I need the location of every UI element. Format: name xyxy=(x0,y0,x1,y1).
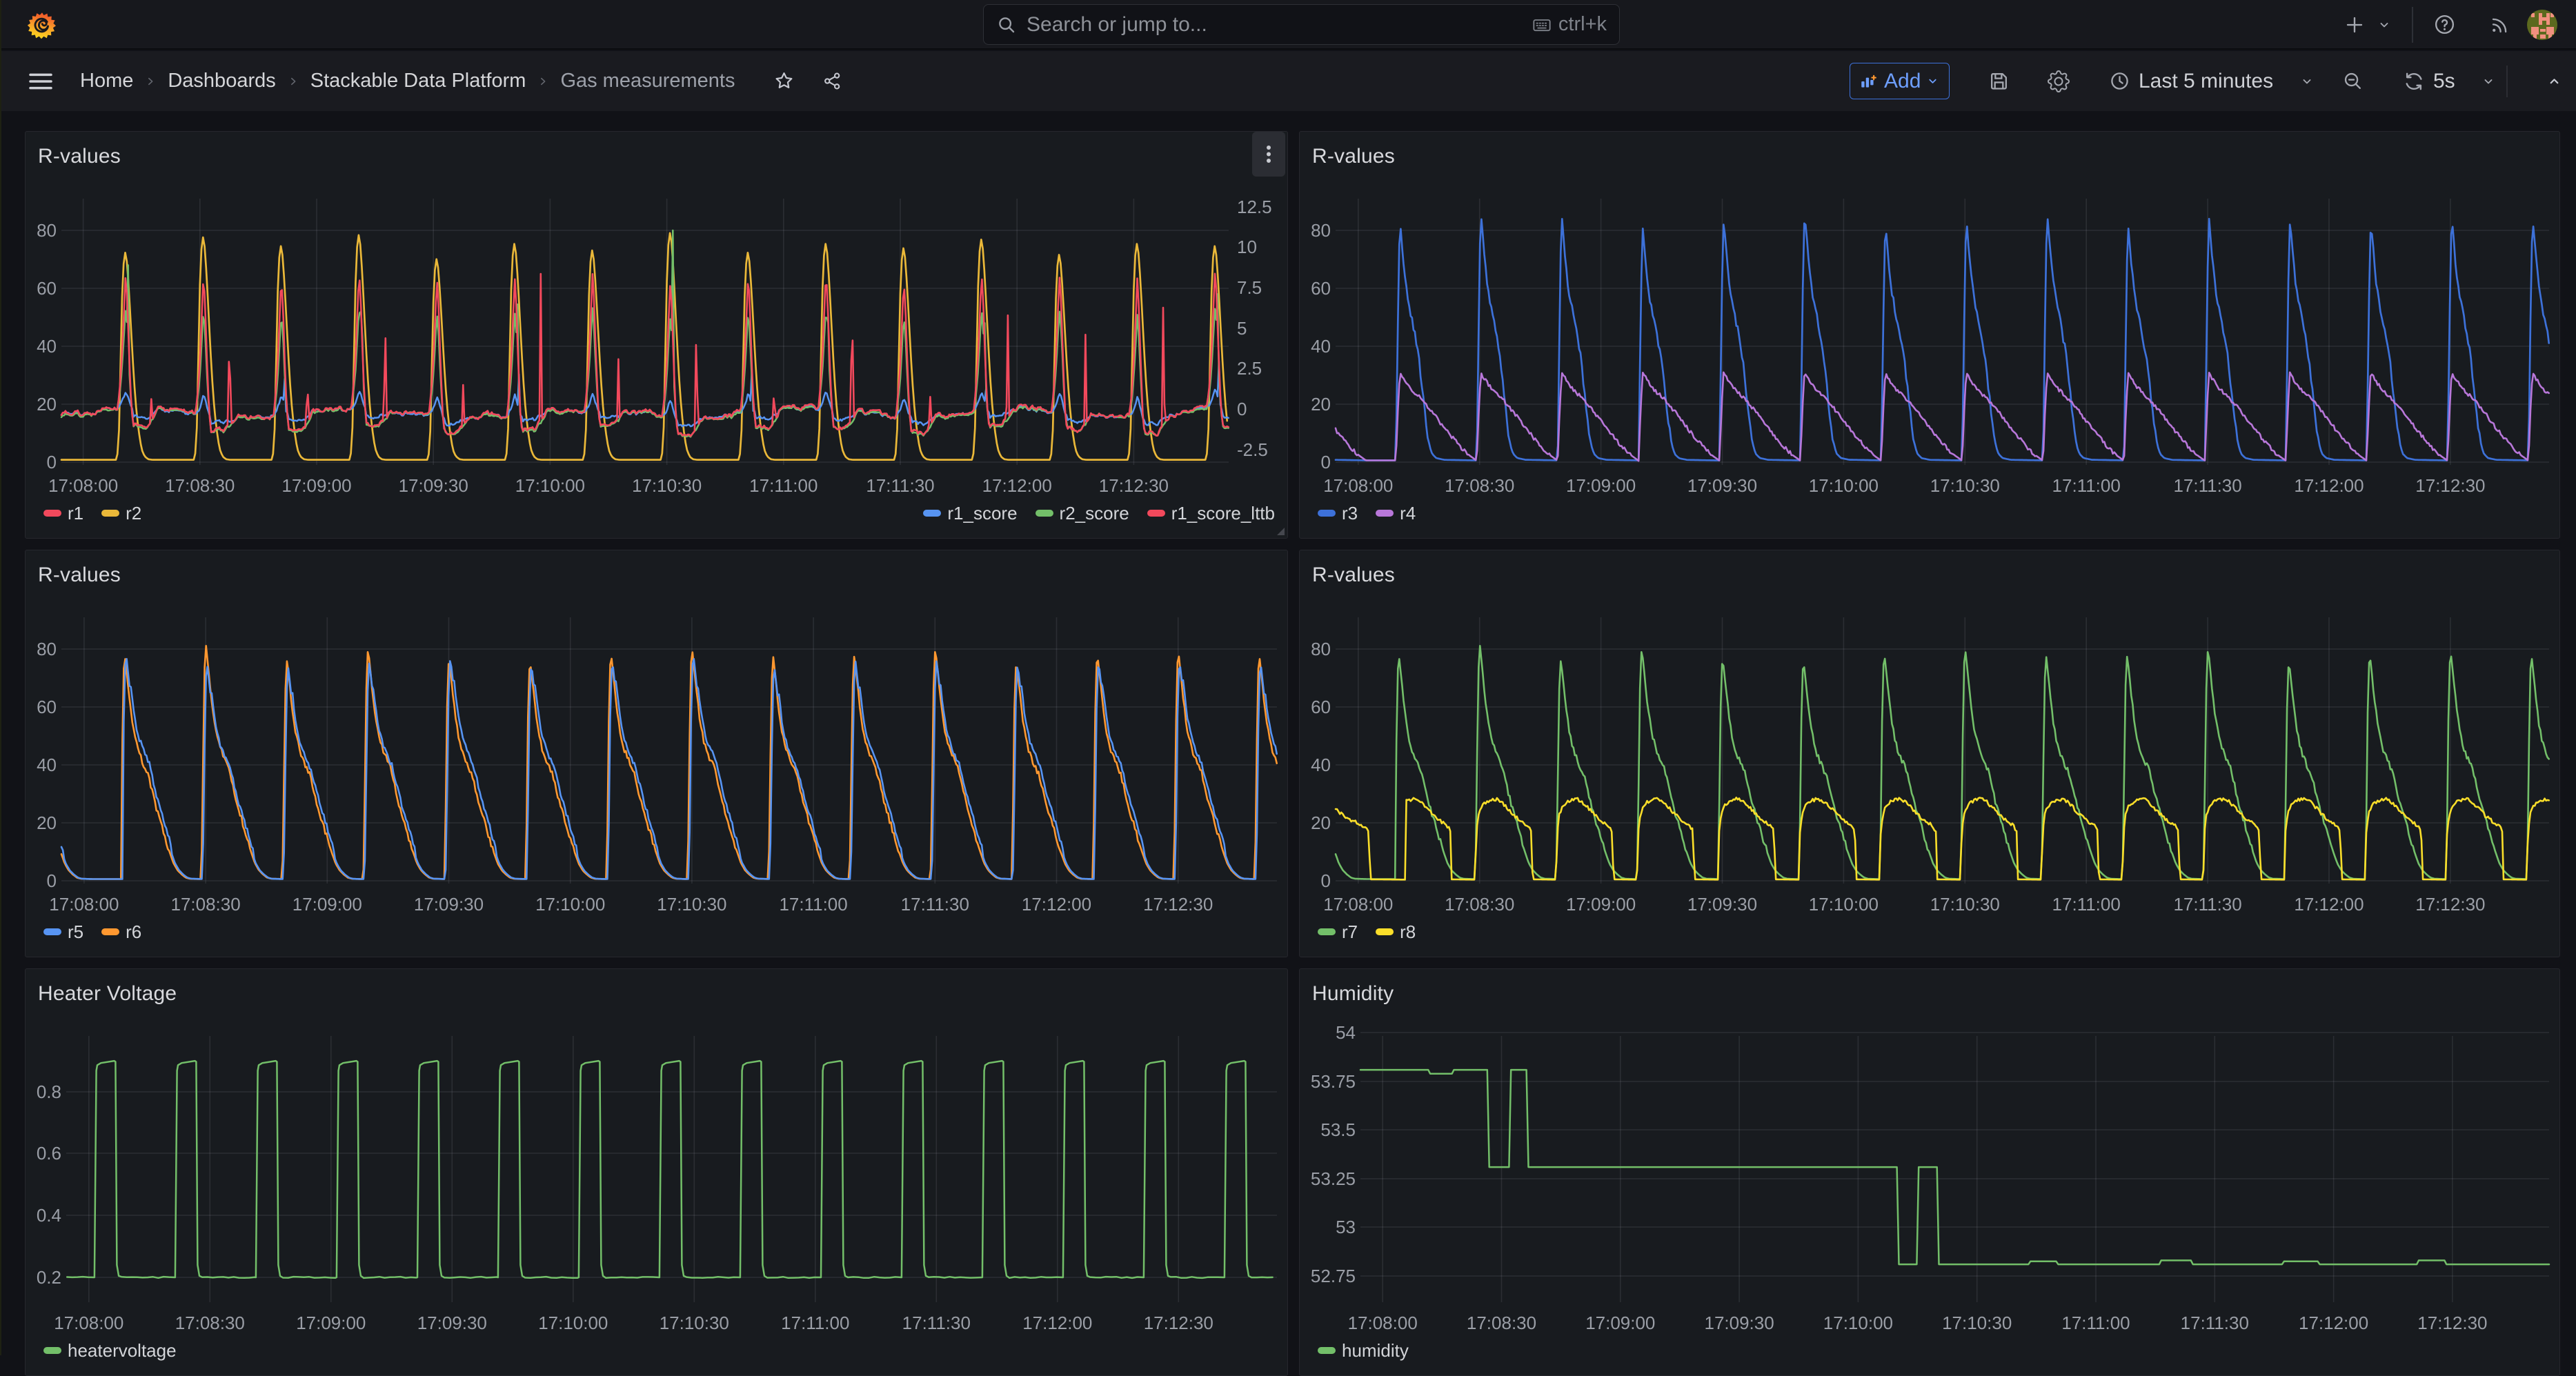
svg-text:17:12:30: 17:12:30 xyxy=(1144,1313,1213,1333)
svg-text:17:11:00: 17:11:00 xyxy=(2061,1313,2130,1333)
svg-text:17:09:00: 17:09:00 xyxy=(1585,1313,1655,1333)
svg-text:17:10:30: 17:10:30 xyxy=(660,1313,729,1333)
svg-text:0: 0 xyxy=(1321,452,1331,472)
svg-text:17:08:00: 17:08:00 xyxy=(49,894,119,915)
svg-text:0.2: 0.2 xyxy=(37,1267,61,1288)
svg-text:17:08:30: 17:08:30 xyxy=(165,475,235,496)
svg-text:17:11:30: 17:11:30 xyxy=(902,1313,971,1333)
svg-text:17:11:30: 17:11:30 xyxy=(2173,894,2241,915)
svg-text:17:11:00: 17:11:00 xyxy=(749,475,818,496)
svg-text:40: 40 xyxy=(1311,755,1331,775)
svg-text:17:08:30: 17:08:30 xyxy=(1445,894,1514,915)
svg-text:0: 0 xyxy=(1237,399,1247,419)
svg-text:2.5: 2.5 xyxy=(1237,358,1262,379)
svg-text:54: 54 xyxy=(1336,1022,1356,1043)
svg-text:20: 20 xyxy=(37,394,57,415)
svg-text:17:09:00: 17:09:00 xyxy=(281,475,351,496)
svg-text:53: 53 xyxy=(1336,1217,1356,1237)
svg-text:17:12:30: 17:12:30 xyxy=(2415,475,2485,496)
svg-text:17:12:00: 17:12:00 xyxy=(2299,1313,2368,1333)
svg-text:17:12:00: 17:12:00 xyxy=(1022,1313,1092,1333)
svg-text:80: 80 xyxy=(1311,639,1331,659)
svg-text:17:09:00: 17:09:00 xyxy=(1566,894,1636,915)
svg-text:17:12:30: 17:12:30 xyxy=(1143,894,1213,915)
svg-text:17:09:30: 17:09:30 xyxy=(414,894,484,915)
svg-text:17:10:00: 17:10:00 xyxy=(515,475,585,496)
svg-text:60: 60 xyxy=(1311,697,1331,717)
svg-text:-2.5: -2.5 xyxy=(1237,439,1268,460)
svg-text:17:12:30: 17:12:30 xyxy=(2417,1313,2487,1333)
svg-text:17:10:00: 17:10:00 xyxy=(1809,475,1879,496)
svg-text:17:11:30: 17:11:30 xyxy=(866,475,934,496)
svg-text:17:12:00: 17:12:00 xyxy=(1022,894,1091,915)
svg-text:17:11:00: 17:11:00 xyxy=(781,1313,849,1333)
svg-text:20: 20 xyxy=(37,812,57,833)
svg-text:17:11:00: 17:11:00 xyxy=(2052,475,2121,496)
svg-text:17:10:00: 17:10:00 xyxy=(535,894,605,915)
svg-text:17:12:00: 17:12:00 xyxy=(2294,475,2364,496)
svg-text:0.6: 0.6 xyxy=(37,1143,61,1164)
svg-text:17:08:00: 17:08:00 xyxy=(1323,894,1393,915)
svg-text:0.8: 0.8 xyxy=(37,1081,61,1102)
svg-text:17:09:30: 17:09:30 xyxy=(399,475,468,496)
svg-text:17:09:30: 17:09:30 xyxy=(1687,475,1757,496)
svg-text:20: 20 xyxy=(1311,812,1331,833)
svg-text:17:09:00: 17:09:00 xyxy=(1566,475,1636,496)
svg-text:17:11:00: 17:11:00 xyxy=(2052,894,2121,915)
svg-text:17:10:30: 17:10:30 xyxy=(1942,1313,2012,1333)
svg-text:0.4: 0.4 xyxy=(37,1205,61,1226)
svg-text:53.25: 53.25 xyxy=(1311,1168,1356,1189)
svg-text:17:10:30: 17:10:30 xyxy=(632,475,702,496)
svg-text:17:10:00: 17:10:00 xyxy=(538,1313,608,1333)
svg-text:20: 20 xyxy=(1311,394,1331,415)
svg-text:17:10:30: 17:10:30 xyxy=(1930,894,2000,915)
svg-text:17:11:30: 17:11:30 xyxy=(901,894,969,915)
svg-text:17:10:30: 17:10:30 xyxy=(1930,475,2000,496)
svg-text:7.5: 7.5 xyxy=(1237,277,1262,298)
svg-text:80: 80 xyxy=(1311,220,1331,241)
svg-text:17:10:30: 17:10:30 xyxy=(657,894,726,915)
svg-text:17:12:30: 17:12:30 xyxy=(1099,475,1169,496)
svg-text:17:12:30: 17:12:30 xyxy=(2415,894,2485,915)
svg-text:17:08:30: 17:08:30 xyxy=(175,1313,245,1333)
svg-text:17:08:30: 17:08:30 xyxy=(170,894,240,915)
svg-text:60: 60 xyxy=(37,697,57,717)
svg-text:17:08:00: 17:08:00 xyxy=(1323,475,1393,496)
svg-text:17:08:00: 17:08:00 xyxy=(54,1313,123,1333)
svg-text:17:10:00: 17:10:00 xyxy=(1809,894,1879,915)
svg-text:17:08:30: 17:08:30 xyxy=(1445,475,1514,496)
svg-text:40: 40 xyxy=(1311,336,1331,357)
svg-text:80: 80 xyxy=(37,220,57,241)
svg-text:60: 60 xyxy=(1311,278,1331,299)
svg-text:17:08:00: 17:08:00 xyxy=(1348,1313,1418,1333)
svg-text:17:11:30: 17:11:30 xyxy=(2181,1313,2249,1333)
svg-text:17:09:30: 17:09:30 xyxy=(1704,1313,1774,1333)
svg-text:17:09:00: 17:09:00 xyxy=(296,1313,366,1333)
svg-text:0: 0 xyxy=(47,870,57,891)
svg-text:17:08:00: 17:08:00 xyxy=(48,475,118,496)
svg-text:60: 60 xyxy=(37,278,57,299)
svg-text:17:12:00: 17:12:00 xyxy=(2294,894,2364,915)
svg-text:17:09:00: 17:09:00 xyxy=(293,894,362,915)
svg-text:17:10:00: 17:10:00 xyxy=(1823,1313,1893,1333)
svg-text:17:08:30: 17:08:30 xyxy=(1467,1313,1536,1333)
svg-text:17:09:30: 17:09:30 xyxy=(417,1313,487,1333)
svg-text:40: 40 xyxy=(37,755,57,775)
svg-text:17:12:00: 17:12:00 xyxy=(982,475,1052,496)
svg-text:12.5: 12.5 xyxy=(1237,197,1272,217)
svg-text:40: 40 xyxy=(37,336,57,357)
svg-text:53.75: 53.75 xyxy=(1311,1071,1356,1092)
svg-text:0: 0 xyxy=(47,452,57,472)
svg-text:80: 80 xyxy=(37,639,57,659)
svg-text:17:09:30: 17:09:30 xyxy=(1687,894,1757,915)
svg-text:53.5: 53.5 xyxy=(1320,1119,1356,1140)
svg-text:17:11:00: 17:11:00 xyxy=(779,894,847,915)
svg-text:17:11:30: 17:11:30 xyxy=(2173,475,2241,496)
svg-text:5: 5 xyxy=(1237,318,1247,339)
svg-text:10: 10 xyxy=(1237,237,1257,257)
svg-text:52.75: 52.75 xyxy=(1311,1266,1356,1286)
svg-text:0: 0 xyxy=(1321,870,1331,891)
